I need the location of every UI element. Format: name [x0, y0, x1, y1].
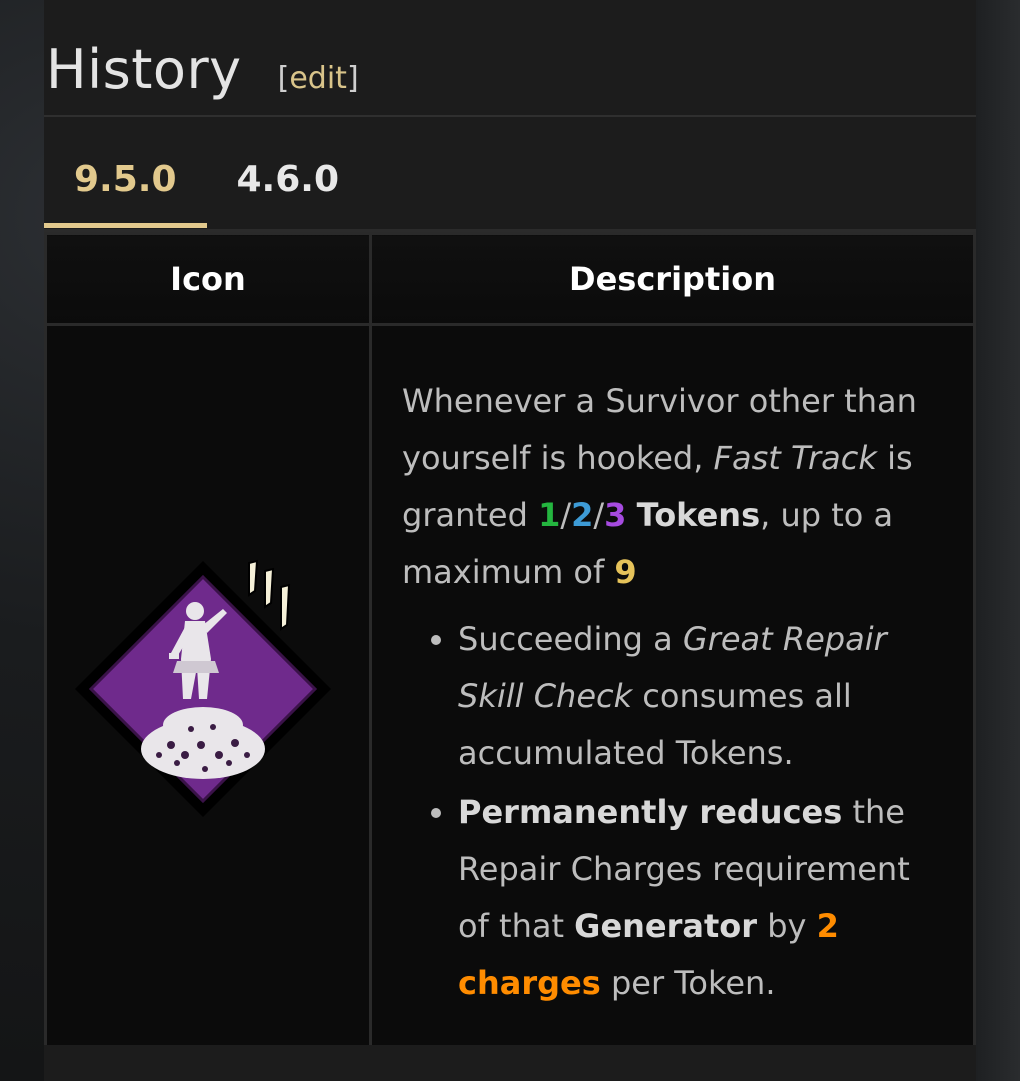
edit-control: [edit]	[277, 61, 359, 96]
icon-column-header: Icon	[44, 232, 372, 326]
perk-name: Fast Track	[713, 438, 877, 477]
table-row: Whenever a Survivor other than yourself …	[44, 323, 976, 1049]
permanently-reduces-term: Permanently reduces	[458, 792, 843, 831]
tier-1-value: 1	[538, 495, 561, 534]
description-column-header: Description	[369, 232, 976, 326]
background-shade	[976, 0, 1020, 1081]
tier-2-value: 2	[571, 495, 594, 534]
tab-4-6-0[interactable]: 4.6.0	[207, 140, 370, 228]
tokens-keyword: Tokens	[636, 495, 761, 534]
perk-table: Icon Description Whenever a Survivor oth…	[44, 232, 976, 1049]
generator-term: Generator	[574, 906, 758, 945]
version-tabs: 9.5.0 4.6.0	[44, 140, 369, 232]
effects-list: Succeeding a Great Repair Skill Check co…	[402, 611, 943, 1012]
fast-track-perk-icon	[75, 559, 331, 817]
list-item: Succeeding a Great Repair Skill Check co…	[458, 611, 943, 782]
section-header: History [edit]	[46, 38, 359, 108]
tier-3-value: 3	[604, 495, 627, 534]
description-paragraph: Whenever a Survivor other than yourself …	[402, 381, 917, 591]
description-cell: Whenever a Survivor other than yourself …	[369, 323, 976, 1049]
list-item: Permanently reduces the Repair Charges r…	[458, 784, 943, 1012]
max-tokens-value: 9	[614, 552, 637, 591]
edit-link[interactable]: edit	[289, 61, 347, 96]
icon-cell	[44, 323, 372, 1049]
section-title: History	[46, 38, 242, 101]
section-divider	[44, 115, 976, 117]
tab-9-5-0[interactable]: 9.5.0	[44, 140, 207, 228]
panel-footer	[44, 1045, 976, 1081]
table-header-row: Icon Description	[44, 232, 976, 326]
